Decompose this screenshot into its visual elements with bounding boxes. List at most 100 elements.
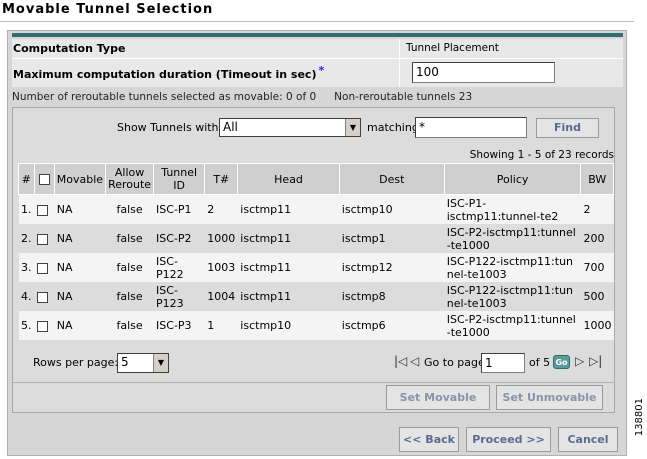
pagination-bar: Rows per page: 5 ▼ |◁ ◁ Go to page: 1 of… <box>13 351 614 375</box>
table-action-bar: Set Movable Set Unmovable <box>13 382 614 413</box>
page-number-input[interactable]: 1 <box>481 353 525 373</box>
row-dest: isctmp6 <box>339 311 445 340</box>
proceed-button[interactable]: Proceed >> <box>466 427 551 452</box>
show-tunnels-label: Show Tunnels with <box>117 121 219 134</box>
row-select <box>34 224 55 253</box>
max-duration-row: Maximum computation duration (Timeout in… <box>12 59 623 87</box>
rows-per-page-select[interactable]: 5 ▼ <box>117 353 169 373</box>
row-t-number: 1004 <box>204 282 238 311</box>
row-number: 3. <box>18 253 34 282</box>
row-policy: ISC-P122-isctmp11:tunnel-te1003 <box>444 282 581 311</box>
row-tunnel-id: ISC-P2 <box>153 224 205 253</box>
row-allow-reroute: false <box>105 253 154 282</box>
set-movable-button[interactable]: Set Movable <box>386 385 490 410</box>
first-page-icon[interactable]: |◁ <box>394 354 407 368</box>
rows-per-page-value: 5 <box>121 355 129 369</box>
row-t-number: 1 <box>204 311 238 340</box>
select-all-checkbox[interactable] <box>38 174 50 185</box>
row-bw: 200 <box>580 224 614 253</box>
row-select <box>34 311 55 340</box>
reroutable-info: Number of reroutable tunnels selected as… <box>12 91 317 103</box>
matching-input[interactable]: * <box>415 117 527 138</box>
col-allow-reroute[interactable]: Allow Reroute <box>105 163 155 195</box>
page-title: Movable Tunnel Selection <box>2 2 214 17</box>
prev-page-icon[interactable]: ◁ <box>410 354 419 368</box>
back-button[interactable]: << Back <box>399 427 459 452</box>
computation-type-label: Computation Type <box>13 42 126 55</box>
col-policy[interactable]: Policy <box>443 163 582 195</box>
row-tunnel-id: ISC-P3 <box>153 311 205 340</box>
table-row: 2. NA false ISC-P2 1000 isctmp11 isctmp1… <box>18 224 614 253</box>
row-head: isctmp11 <box>237 282 340 311</box>
col-tunnel-id[interactable]: Tunnel ID <box>153 163 206 195</box>
row-dest: isctmp12 <box>339 253 445 282</box>
tunnel-table-panel: Show Tunnels with All ▼ matching * Find … <box>12 107 615 413</box>
computation-type-row: Computation Type Tunnel Placement <box>12 39 623 59</box>
col-t-number[interactable]: T# <box>204 163 239 195</box>
set-unmovable-button[interactable]: Set Unmovable <box>496 385 603 410</box>
table-row: 1. NA false ISC-P1 2 isctmp11 isctmp10 I… <box>18 194 614 224</box>
row-bw: 1000 <box>580 311 614 340</box>
show-tunnels-select[interactable]: All ▼ <box>219 118 361 137</box>
row-allow-reroute: false <box>105 224 154 253</box>
row-head: isctmp11 <box>237 253 340 282</box>
row-checkbox[interactable] <box>36 204 48 216</box>
title-divider <box>0 21 634 22</box>
tunnel-table: # Movable Allow Reroute Tunnel ID T# Hea… <box>18 163 614 340</box>
row-policy: ISC-P2-isctmp11:tunnel-te1000 <box>444 311 581 340</box>
row-checkbox[interactable] <box>36 291 48 303</box>
row-movable: NA <box>54 282 106 311</box>
row-movable: NA <box>54 194 106 224</box>
row-checkbox[interactable] <box>36 262 48 274</box>
max-duration-label-wrap: Maximum computation duration (Timeout in… <box>13 64 324 81</box>
row-checkbox[interactable] <box>36 320 48 332</box>
tunnel-info: Number of reroutable tunnels selected as… <box>12 91 490 103</box>
column-divider <box>399 39 400 87</box>
required-marker: * <box>318 64 325 77</box>
row-allow-reroute: false <box>105 311 154 340</box>
rows-per-page-label: Rows per page: <box>33 356 119 369</box>
row-dest: isctmp8 <box>339 282 445 311</box>
col-dest[interactable]: Dest <box>338 163 445 195</box>
row-bw: 500 <box>580 282 614 311</box>
row-number: 1. <box>18 194 34 224</box>
row-head: isctmp11 <box>237 224 340 253</box>
col-bw[interactable]: BW <box>580 163 614 195</box>
row-select <box>34 282 55 311</box>
showing-records: Showing 1 - 5 of 23 records <box>469 149 614 161</box>
row-t-number: 2 <box>204 194 238 224</box>
row-tunnel-id: ISC-P1 <box>153 194 205 224</box>
row-number: 5. <box>18 311 34 340</box>
row-tunnel-id: ISC-P122 <box>153 253 205 282</box>
row-tunnel-id: ISC-P123 <box>153 282 205 311</box>
col-movable[interactable]: Movable <box>53 163 107 195</box>
row-policy: ISC-P122-isctmp11:tunnel-te1003 <box>444 253 581 282</box>
row-head: isctmp11 <box>237 194 340 224</box>
row-select <box>34 253 55 282</box>
table-row: 4. NA false ISC-P123 1004 isctmp11 isctm… <box>18 282 614 311</box>
last-page-icon[interactable]: ▷| <box>589 354 602 368</box>
next-page-icon[interactable]: ▷ <box>575 354 584 368</box>
row-dest: isctmp10 <box>339 194 445 224</box>
col-head[interactable]: Head <box>237 163 340 195</box>
nonreroutable-info: Non-reroutable tunnels 23 <box>334 91 473 103</box>
chevron-down-icon[interactable]: ▼ <box>345 119 360 136</box>
show-tunnels-value: All <box>223 120 238 134</box>
go-button[interactable]: Go <box>553 355 570 369</box>
max-duration-input[interactable]: 100 <box>412 62 555 83</box>
row-head: isctmp10 <box>237 311 340 340</box>
table-row: 5. NA false ISC-P3 1 isctmp10 isctmp6 IS… <box>18 311 614 340</box>
row-allow-reroute: false <box>105 282 154 311</box>
go-to-page-label: Go to page: <box>424 356 489 369</box>
accent-bar <box>12 33 623 37</box>
max-duration-label: Maximum computation duration (Timeout in… <box>13 68 317 81</box>
chevron-down-icon[interactable]: ▼ <box>153 354 168 372</box>
row-t-number: 1000 <box>204 224 238 253</box>
cancel-button[interactable]: Cancel <box>558 427 618 452</box>
row-policy: ISC-P1-isctmp11:tunnel-te2 <box>444 194 581 224</box>
row-checkbox[interactable] <box>36 233 48 245</box>
row-number: 2. <box>18 224 34 253</box>
find-button[interactable]: Find <box>536 118 599 138</box>
row-number: 4. <box>18 282 34 311</box>
col-select <box>33 163 55 195</box>
